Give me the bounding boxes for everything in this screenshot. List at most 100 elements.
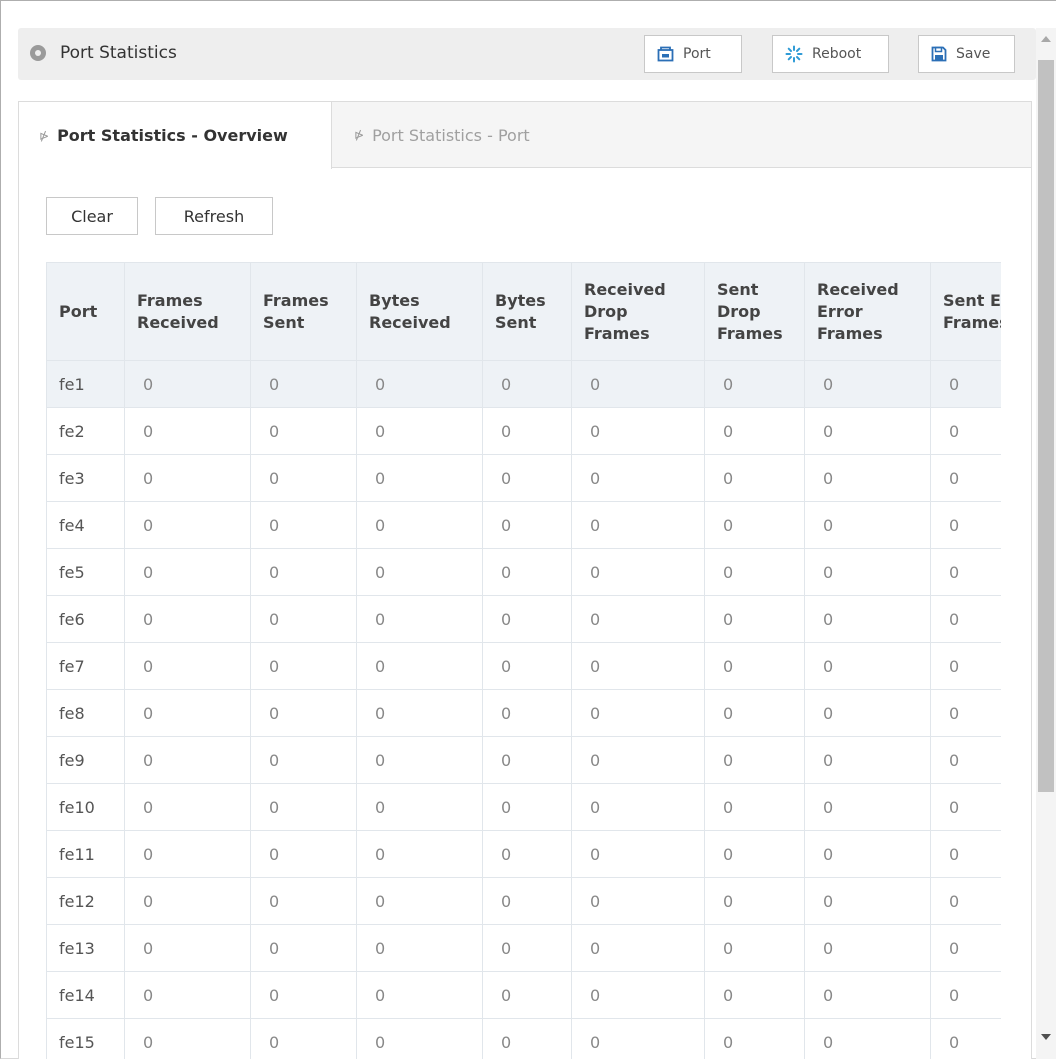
scrollbar-thumb[interactable] — [1038, 60, 1054, 792]
stat-cell: 0 — [704, 595, 805, 643]
save-button-label: Save — [956, 46, 991, 62]
reboot-button[interactable]: Reboot — [772, 35, 889, 73]
stat-cell: 0 — [804, 830, 931, 878]
scroll-down-arrow-icon[interactable] — [1041, 1034, 1051, 1040]
stat-cell: 0 — [704, 1018, 805, 1059]
column-header[interactable]: Bytes Received — [356, 262, 483, 361]
stat-cell: 0 — [930, 736, 1001, 784]
stat-cell: 0 — [356, 971, 483, 1019]
stat-cell: 0 — [482, 407, 572, 455]
stat-cell: 0 — [250, 548, 357, 596]
stat-cell: 0 — [930, 548, 1001, 596]
column-header[interactable]: Port — [46, 262, 125, 361]
column-header[interactable]: Sent Error Frames — [930, 262, 1001, 361]
stat-cell: 0 — [482, 548, 572, 596]
stat-cell: 0 — [804, 501, 931, 549]
port-button-label: Port — [683, 46, 711, 62]
column-header[interactable]: Sent Drop Frames — [704, 262, 805, 361]
table-row[interactable]: fe12 0 0 0 0 0 0 0 0 — [46, 877, 1001, 925]
table-row[interactable]: fe2 0 0 0 0 0 0 0 0 — [46, 407, 1001, 455]
stat-cell: 0 — [930, 407, 1001, 455]
stat-cell: 0 — [571, 360, 705, 408]
stat-cell: 0 — [356, 360, 483, 408]
stat-cell: 0 — [930, 971, 1001, 1019]
stat-cell: 0 — [124, 548, 251, 596]
port-cell: fe11 — [46, 830, 125, 878]
port-statistics-table: Port Frames Received Frames Sent Bytes R… — [46, 262, 1001, 1059]
port-cell: fe7 — [46, 642, 125, 690]
stat-cell: 0 — [804, 548, 931, 596]
stat-cell: 0 — [356, 454, 483, 502]
table-row[interactable]: fe5 0 0 0 0 0 0 0 0 — [46, 548, 1001, 596]
statistics-table-container[interactable]: Port Frames Received Frames Sent Bytes R… — [46, 262, 1001, 1059]
stat-cell: 0 — [804, 360, 931, 408]
table-body: fe1 0 0 0 0 0 0 0 0 fe2 0 0 0 0 0 0 0 0 fe3 0 0 0 0 0 0 0 0 fe4 0 0 0 0… — [46, 360, 1001, 1059]
stat-cell: 0 — [804, 407, 931, 455]
column-header[interactable]: Received Error Frames — [804, 262, 931, 361]
table-row[interactable]: fe14 0 0 0 0 0 0 0 0 — [46, 971, 1001, 1019]
stat-cell: 0 — [124, 736, 251, 784]
stat-cell: 0 — [571, 454, 705, 502]
table-row[interactable]: fe6 0 0 0 0 0 0 0 0 — [46, 595, 1001, 643]
stat-cell: 0 — [930, 689, 1001, 737]
stat-cell: 0 — [356, 548, 483, 596]
refresh-button[interactable]: Refresh — [155, 197, 273, 235]
table-row[interactable]: fe3 0 0 0 0 0 0 0 0 — [46, 454, 1001, 502]
table-row[interactable]: fe9 0 0 0 0 0 0 0 0 — [46, 736, 1001, 784]
tab-port-statistics-overview[interactable]: ⋫ Port Statistics - Overview — [19, 102, 332, 169]
stat-cell: 0 — [250, 407, 357, 455]
stat-cell: 0 — [571, 595, 705, 643]
stat-cell: 0 — [804, 454, 931, 502]
table-row[interactable]: fe15 0 0 0 0 0 0 0 0 — [46, 1018, 1001, 1059]
port-cell: fe3 — [46, 454, 125, 502]
port-cell: fe15 — [46, 1018, 125, 1059]
stat-cell: 0 — [704, 360, 805, 408]
table-row[interactable]: fe10 0 0 0 0 0 0 0 0 — [46, 783, 1001, 831]
stat-cell: 0 — [571, 689, 705, 737]
table-row[interactable]: fe11 0 0 0 0 0 0 0 0 — [46, 830, 1001, 878]
stat-cell: 0 — [704, 642, 805, 690]
column-header[interactable]: Received Drop Frames — [571, 262, 705, 361]
save-button[interactable]: Save — [918, 35, 1015, 73]
stat-cell: 0 — [250, 595, 357, 643]
stat-cell: 0 — [356, 1018, 483, 1059]
tab-port-statistics-port[interactable]: ⋫ Port Statistics - Port — [354, 102, 530, 168]
stat-cell: 0 — [930, 642, 1001, 690]
stat-cell: 0 — [930, 501, 1001, 549]
stat-cell: 0 — [804, 689, 931, 737]
stat-cell: 0 — [930, 830, 1001, 878]
stat-cell: 0 — [704, 877, 805, 925]
stat-cell: 0 — [804, 736, 931, 784]
table-row[interactable]: fe8 0 0 0 0 0 0 0 0 — [46, 689, 1001, 737]
vertical-scrollbar[interactable] — [1036, 28, 1056, 1059]
stat-cell: 0 — [482, 360, 572, 408]
stat-cell: 0 — [704, 924, 805, 972]
stat-cell: 0 — [704, 548, 805, 596]
column-header[interactable]: Frames Received — [124, 262, 251, 361]
port-cell: fe9 — [46, 736, 125, 784]
table-row[interactable]: fe4 0 0 0 0 0 0 0 0 — [46, 501, 1001, 549]
port-cell: fe8 — [46, 689, 125, 737]
clear-button[interactable]: Clear — [46, 197, 138, 235]
stat-cell: 0 — [482, 736, 572, 784]
stat-cell: 0 — [704, 689, 805, 737]
column-header[interactable]: Frames Sent — [250, 262, 357, 361]
table-row[interactable]: fe13 0 0 0 0 0 0 0 0 — [46, 924, 1001, 972]
stat-cell: 0 — [804, 877, 931, 925]
stat-cell: 0 — [930, 877, 1001, 925]
stat-cell: 0 — [124, 454, 251, 502]
chevron-right-icon: ⋫ — [39, 128, 50, 143]
stat-cell: 0 — [704, 454, 805, 502]
table-row[interactable]: fe1 0 0 0 0 0 0 0 0 — [46, 360, 1001, 408]
table-row[interactable]: fe7 0 0 0 0 0 0 0 0 — [46, 642, 1001, 690]
stat-cell: 0 — [930, 595, 1001, 643]
stat-cell: 0 — [124, 1018, 251, 1059]
scroll-up-arrow-icon[interactable] — [1041, 36, 1051, 42]
stat-cell: 0 — [930, 1018, 1001, 1059]
stat-cell: 0 — [250, 783, 357, 831]
port-cell: fe5 — [46, 548, 125, 596]
column-header[interactable]: Bytes Sent — [482, 262, 572, 361]
stat-cell: 0 — [356, 924, 483, 972]
port-button[interactable]: Port — [644, 35, 742, 73]
stat-cell: 0 — [571, 877, 705, 925]
